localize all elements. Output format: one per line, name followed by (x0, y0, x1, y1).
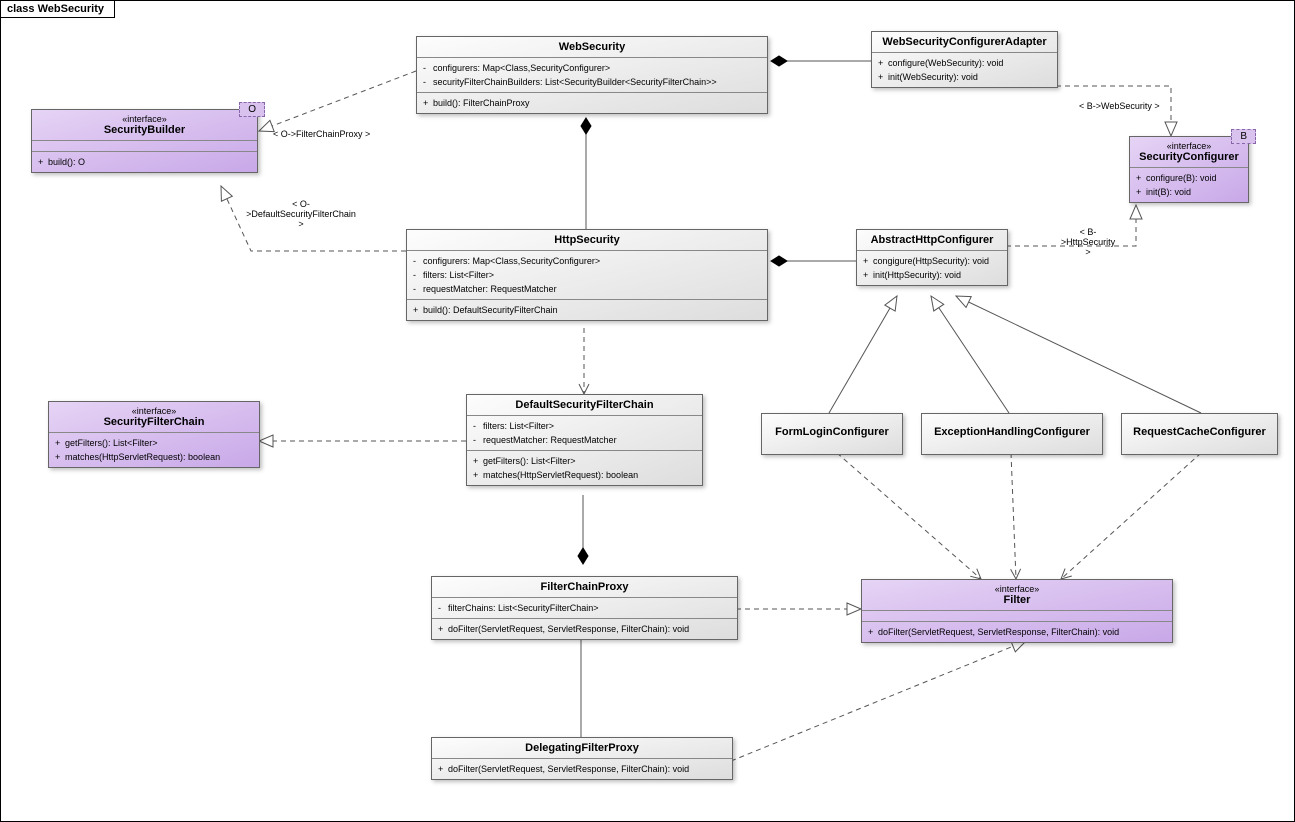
class-filter-chain-proxy: FilterChainProxy -filterChains: List<Sec… (431, 576, 738, 640)
class-filter: «interface»Filter +doFilter(ServletReque… (861, 579, 1173, 643)
class-security-builder: O «interface»SecurityBuilder +build(): O (31, 109, 258, 173)
class-abstract-http-configurer: AbstractHttpConfigurer +congigure(HttpSe… (856, 229, 1008, 286)
class-form-login-configurer: FormLoginConfigurer (761, 413, 903, 455)
class-exception-handling-configurer: ExceptionHandlingConfigurer (921, 413, 1103, 455)
tparam-o: O (239, 102, 265, 117)
frame-prefix: class (7, 3, 35, 15)
class-security-configurer: B «interface»SecurityConfigurer +configu… (1129, 136, 1249, 203)
bind-label-2: < O- >DefaultSecurityFilterChain > (231, 199, 371, 229)
frame-name: WebSecurity (38, 3, 104, 15)
class-delegating-filter-proxy: DelegatingFilterProxy +doFilter(ServletR… (431, 737, 733, 780)
class-web-security: WebSecurity -configurers: Map<Class,Secu… (416, 36, 768, 114)
bind-label-4: < B- >HttpSecurity > (1053, 227, 1123, 257)
bind-label-1: < O->FilterChainProxy > (273, 129, 370, 139)
class-request-cache-configurer: RequestCacheConfigurer (1121, 413, 1278, 455)
class-default-security-filter-chain: DefaultSecurityFilterChain -filters: Lis… (466, 394, 703, 486)
class-websecurity-configurer-adapter: WebSecurityConfigurerAdapter +configure(… (871, 31, 1058, 88)
diagram-frame: class WebSecurity (0, 0, 1295, 822)
tparam-b: B (1231, 129, 1256, 144)
frame-title: class WebSecurity (0, 0, 115, 18)
bind-label-3: < B->WebSecurity > (1079, 101, 1160, 111)
class-security-filter-chain: «interface»SecurityFilterChain +getFilte… (48, 401, 260, 468)
class-http-security: HttpSecurity -configurers: Map<Class,Sec… (406, 229, 768, 321)
